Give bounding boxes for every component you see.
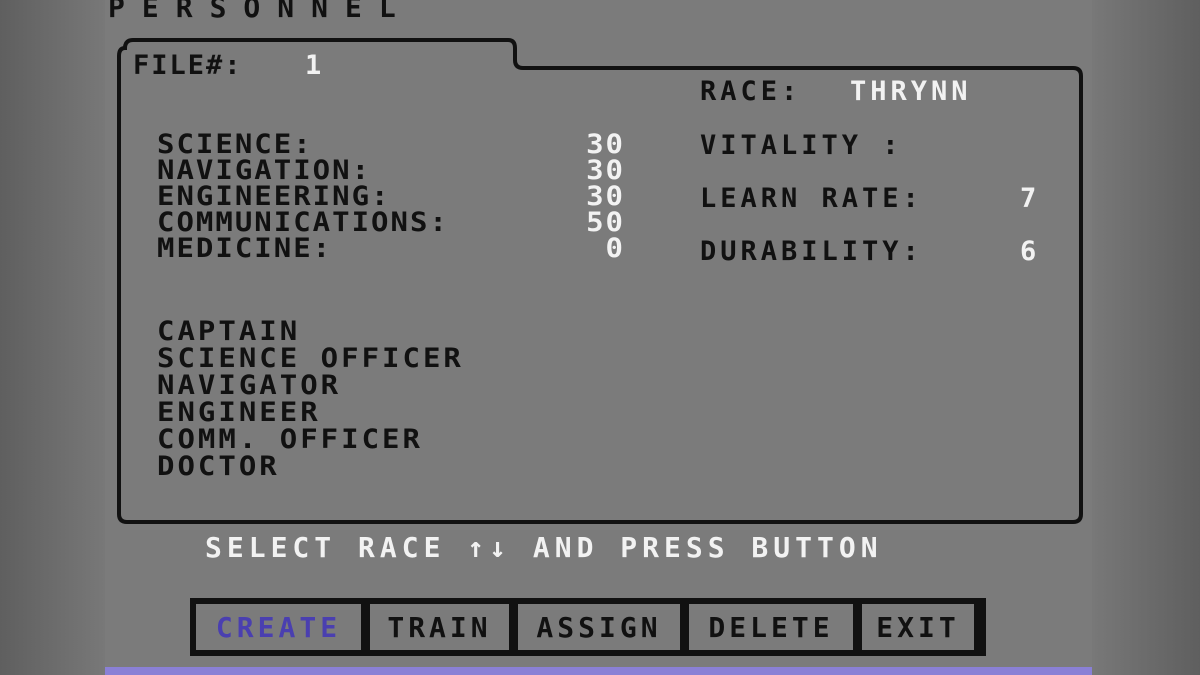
bottom-border-bar bbox=[105, 667, 1092, 675]
delete-button[interactable]: DELETE bbox=[686, 601, 856, 653]
attr-durability-value: 6 bbox=[1020, 236, 1037, 267]
crew-position-doctor: DOCTOR bbox=[157, 450, 280, 482]
train-button[interactable]: TRAIN bbox=[367, 601, 512, 653]
crew-position-comm-officer: COMM. OFFICER bbox=[157, 423, 423, 455]
race-label: RACE: bbox=[700, 76, 802, 107]
attr-learn-rate-value: 7 bbox=[1020, 183, 1037, 214]
instruction-text: SELECT RACE ↑↓ AND PRESS BUTTON bbox=[205, 531, 883, 564]
crew-position-engineer: ENGINEER bbox=[157, 396, 321, 428]
crew-position-captain: CAPTAIN bbox=[157, 315, 301, 347]
game-screen: PERSONNEL FILE#: 1 RACE: THRYNN SCIENCE:… bbox=[105, 0, 1092, 675]
left-bezel bbox=[0, 0, 105, 675]
right-bezel bbox=[1092, 0, 1200, 675]
crew-position-navigator: NAVIGATOR bbox=[157, 369, 342, 401]
skill-medicine-value: 0 bbox=[605, 232, 625, 264]
create-button[interactable]: CREATE bbox=[193, 601, 364, 653]
command-menu: CREATE TRAIN ASSIGN DELETE EXIT bbox=[190, 598, 986, 656]
attr-vitality-label: VITALITY : bbox=[700, 130, 903, 161]
attr-learn-rate-label: LEARN RATE: bbox=[700, 183, 923, 214]
crew-position-science-officer: SCIENCE OFFICER bbox=[157, 342, 464, 374]
file-number-value: 1 bbox=[305, 50, 322, 81]
exit-button[interactable]: EXIT bbox=[859, 601, 977, 653]
skill-medicine-label: MEDICINE: bbox=[157, 232, 333, 264]
assign-button[interactable]: ASSIGN bbox=[515, 601, 683, 653]
file-number-label: FILE#: bbox=[133, 50, 243, 81]
attr-durability-label: DURABILITY: bbox=[700, 236, 923, 267]
race-name[interactable]: THRYNN bbox=[850, 78, 972, 105]
